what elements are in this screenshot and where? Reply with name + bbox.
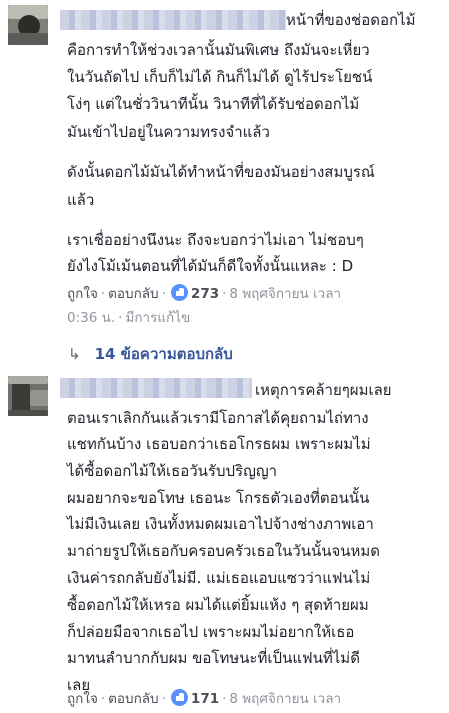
replies-count-label[interactable]: 14 ข้อความตอบกลับ [95, 345, 233, 363]
comment-actions-cont: 0:36 น. · มีการแก้ไข [67, 310, 191, 326]
timestamp-cont[interactable]: 0:36 น. [67, 310, 115, 326]
comment-text-line: มันเข้าไปอยู่ในความทรงจำแล้ว [67, 123, 270, 141]
like-link[interactable]: ถูกใจ [67, 286, 98, 302]
edited-label[interactable]: มีการแก้ไข [125, 310, 190, 326]
comment-text-line: ในวันถัดไป เก็บก็ไม่ได้ กินก็ไม่ได้ ดูไร… [67, 68, 373, 86]
like-count[interactable]: 273 [188, 286, 219, 302]
comment-text-line: ยังไงโม้เม้นตอนที่ได้มันก็ดีใจทั้งนั้นแห… [67, 257, 354, 275]
comment-text-line: ก็ปล่อยมือจากเธอไป เพราะผมไม่อยากให้เธอ [67, 623, 355, 641]
comment-text-line: เงินค่ารถกลับยังไม่มี. แม่เธอแอบแซวว่าแฟ… [67, 569, 371, 587]
author-name-blurred[interactable] [60, 10, 286, 30]
avatar[interactable] [8, 5, 48, 45]
reply-arrow-icon: ↳ [68, 345, 81, 363]
timestamp[interactable]: 8 พฤศจิกายน เวลา [229, 286, 341, 302]
avatar[interactable] [8, 376, 48, 416]
comment-text-line: เราเชื่ออย่างนึงนะ ถึงจะบอกว่าไม่เอา ไม่… [67, 231, 364, 249]
comment-text-line: หน้าที่ของช่อดอกไม้ [286, 11, 416, 29]
comment-text-line: แล้ว [67, 191, 95, 209]
reply-link[interactable]: ตอบกลับ [108, 286, 158, 302]
comment-text-line: คือการทำให้ช่วงเวลานั้นมันพิเศษ ถึงมันจะ… [67, 41, 370, 59]
reply-link[interactable]: ตอบกลับ [108, 691, 158, 707]
comment-text-line: ดังนั้นดอกไม้มันได้ทำหน้าที่ของมันอย่างส… [67, 163, 375, 181]
like-count[interactable]: 171 [188, 691, 219, 707]
like-reaction-icon[interactable] [170, 284, 188, 301]
view-replies-link[interactable]: ↳ 14 ข้อความตอบกลับ [68, 344, 233, 364]
comment-text-line: ผมอยากจะขอโทษ เธอนะ โกรธตัวเองที่ตอนนั้น [67, 489, 370, 507]
comment-actions: ถูกใจ · ตอบกลับ · 273 · 8 พฤศจิกายน เวลา [67, 284, 342, 302]
comment-text-line: มาถ่ายรูปให้เธอกับครอบครัวเธอในวันนั้นจน… [67, 542, 381, 560]
timestamp[interactable]: 8 พฤศจิกายน เวลา [229, 691, 341, 707]
comment-text-line: มาทนลำบากกับผม ขอโทษนะที่เป็นแฟนที่ไม่ดี [67, 649, 360, 667]
comment-text-line: ซื้อดอกไม้ให้เหรอ ผมได้แต่ยิ้มแห้ง ๆ สุด… [67, 596, 369, 614]
author-name-blurred[interactable] [60, 378, 252, 398]
comment-text-line: เหตุการคล้ายๆผมเลย [255, 381, 392, 399]
comment-text-line: แชทกันบ้าง เธอบอกว่าเธอโกรธผม เพราะผมไม่ [67, 435, 371, 453]
like-reaction-icon[interactable] [170, 689, 188, 706]
comment-text-line: ได้ซื้อดอกไม้ให้เธอวันรับปริญญา [67, 462, 278, 480]
comment-text-line: โง่ๆ แต่ในชั่ววินาทีนั้น วินาทีที่ได้รับ… [67, 95, 360, 113]
comment-actions: ถูกใจ · ตอบกลับ · 171 · 8 พฤศจิกายน เวลา [67, 689, 342, 707]
comment-text-line: ไม่มีเงินเลย เงินทั้งหมดผมเอาไปจ้างช่างภ… [67, 515, 374, 533]
comment-text-line: ตอนเราเลิกกันแล้วเรามีโอกาสได้คุยถามไถ่ท… [67, 409, 369, 427]
like-link[interactable]: ถูกใจ [67, 691, 98, 707]
